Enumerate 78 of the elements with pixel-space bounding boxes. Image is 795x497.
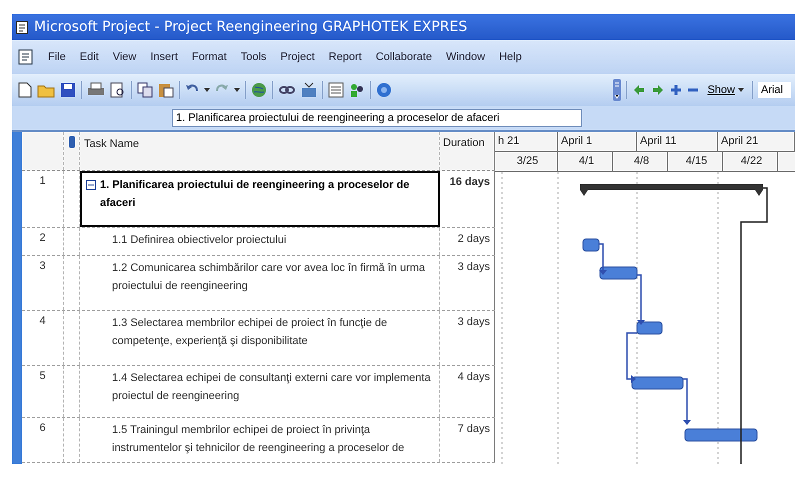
menu-item[interactable]: Help bbox=[499, 51, 522, 63]
menu-item[interactable]: Report bbox=[328, 51, 362, 63]
duration-cell: 4 days bbox=[440, 366, 495, 417]
menu-item[interactable]: Format bbox=[192, 51, 227, 63]
paste-icon[interactable] bbox=[158, 82, 174, 98]
menu-item[interactable]: Edit bbox=[80, 51, 99, 63]
show-button[interactable]: Show bbox=[704, 82, 747, 98]
duration-cell: 16 days bbox=[440, 171, 495, 227]
dependency-arrow bbox=[683, 378, 691, 425]
task-name: 1.5 Trainingul membrilor echipei de proiect în privinţa instrumentelor şi tehnicilor de reengineering a proceselor de bbox=[111, 423, 406, 456]
task-cell[interactable]: 1.2 Comunicarea schimbărilor care vor avea loc în firmă în urma proiectului de reengineering bbox=[80, 256, 440, 310]
caret-icon[interactable] bbox=[204, 88, 210, 92]
duration-cell: 3 days bbox=[440, 256, 495, 310]
people-icon[interactable] bbox=[349, 82, 365, 98]
duration-cell: 3 days bbox=[440, 311, 495, 365]
task-name: 1. Planificarea proiectului de reengineering a proceselor de afaceri bbox=[100, 178, 410, 211]
new-document-icon[interactable] bbox=[18, 82, 32, 98]
document-icon[interactable] bbox=[18, 49, 34, 65]
arrow-left-icon[interactable] bbox=[632, 83, 646, 97]
task-cell[interactable]: 1.3 Selectarea membrilor echipei de proiect în funcţie de competenţe, experienţă şi disponibilitate bbox=[80, 311, 440, 365]
row-number[interactable]: 3 bbox=[22, 256, 64, 310]
summary-bar[interactable] bbox=[580, 184, 763, 196]
caret-icon bbox=[738, 88, 744, 92]
task-cell[interactable]: 1.4 Selectarea echipei de consultanţi externi care vor implementa proiectul de reengineering bbox=[80, 366, 440, 417]
arrow-right-icon[interactable] bbox=[651, 83, 666, 97]
dependency-arrow bbox=[599, 243, 607, 275]
task-name: 1.4 Selectarea echipei de consultanţi externi care vor implementa proiectul de reengineering bbox=[111, 371, 432, 404]
duration-cell: 7 days bbox=[440, 418, 495, 462]
print-preview-icon[interactable] bbox=[110, 82, 126, 98]
task-cell[interactable]: 1.1 Definirea obiectivelor proiectului bbox=[80, 228, 440, 255]
plus-icon[interactable] bbox=[670, 84, 682, 96]
task-bar[interactable] bbox=[636, 322, 662, 334]
row-number[interactable]: 1 bbox=[22, 171, 64, 227]
column-header[interactable]: Task Name bbox=[80, 132, 440, 170]
timescale-label: April 1 bbox=[558, 132, 637, 151]
menu-item[interactable]: Project bbox=[280, 51, 315, 63]
toolbar-grip-icon[interactable] bbox=[613, 79, 622, 101]
row-number[interactable]: 6 bbox=[22, 418, 64, 462]
font-field[interactable]: Arial bbox=[758, 82, 791, 98]
copy-icon[interactable] bbox=[137, 82, 153, 98]
menu-item[interactable]: Insert bbox=[150, 51, 178, 63]
timescale-label: 4/1 bbox=[558, 152, 613, 171]
row-number[interactable]: 5 bbox=[22, 366, 64, 417]
print-icon[interactable] bbox=[87, 82, 105, 98]
split-task-icon[interactable] bbox=[301, 82, 317, 98]
menu-item[interactable]: Collaborate bbox=[376, 51, 432, 63]
dependency-arrow bbox=[637, 274, 645, 325]
app-icon bbox=[16, 20, 28, 34]
list-icon[interactable] bbox=[328, 82, 344, 98]
menu-item[interactable]: Window bbox=[446, 51, 486, 63]
menu-item[interactable]: Tools bbox=[240, 51, 266, 63]
menu-item[interactable]: File bbox=[48, 51, 66, 63]
task-bar[interactable] bbox=[582, 238, 600, 252]
task-cell[interactable]: 1.5 Trainingul membrilor echipei de proiect în privinţa instrumentelor şi tehnicilor de reengineering a proceselor de bbox=[80, 418, 440, 462]
save-icon[interactable] bbox=[60, 82, 76, 98]
row-number[interactable]: 4 bbox=[22, 311, 64, 365]
globe-icon[interactable] bbox=[251, 82, 267, 98]
timescale-label: 3/25 bbox=[495, 152, 558, 171]
task-name: 1.1 Definirea obiectivelor proiectului bbox=[111, 233, 288, 248]
window-title: Microsoft Project - Project Reengineering GRAPHOTEK EXPRES bbox=[34, 19, 468, 35]
help-circle-icon[interactable] bbox=[376, 82, 392, 98]
timescale-label: 4/15 bbox=[668, 152, 723, 171]
menu-item[interactable]: View bbox=[112, 51, 136, 63]
timescale-label: 4/22 bbox=[723, 152, 778, 171]
task-name: 1.3 Selectarea membrilor echipei de proiect în funcţie de competenţe, experienţă şi disponibilitate bbox=[111, 316, 388, 349]
collapse-icon[interactable] bbox=[86, 180, 96, 190]
info-icon bbox=[68, 136, 76, 148]
timescale-label: 4/8 bbox=[613, 152, 668, 171]
duration-cell: 2 days bbox=[440, 228, 495, 255]
caret-icon[interactable] bbox=[234, 88, 240, 92]
dependency-arrow bbox=[626, 332, 637, 383]
task-cell[interactable]: 1. Planificarea proiectului de reengineering a proceselor de afaceri bbox=[80, 171, 440, 227]
timescale-label: April 21 bbox=[718, 132, 795, 151]
entry-field[interactable]: 1. Planificarea proiectului de reengineering a proceselor de afaceri bbox=[172, 109, 582, 127]
task-name: 1.2 Comunicarea schimbărilor care vor avea loc în firmă în urma proiectului de reengineering bbox=[111, 261, 426, 294]
timescale-label: April 11 bbox=[637, 132, 718, 151]
row-number[interactable]: 2 bbox=[22, 228, 64, 255]
timescale-label: h 21 bbox=[495, 132, 558, 151]
